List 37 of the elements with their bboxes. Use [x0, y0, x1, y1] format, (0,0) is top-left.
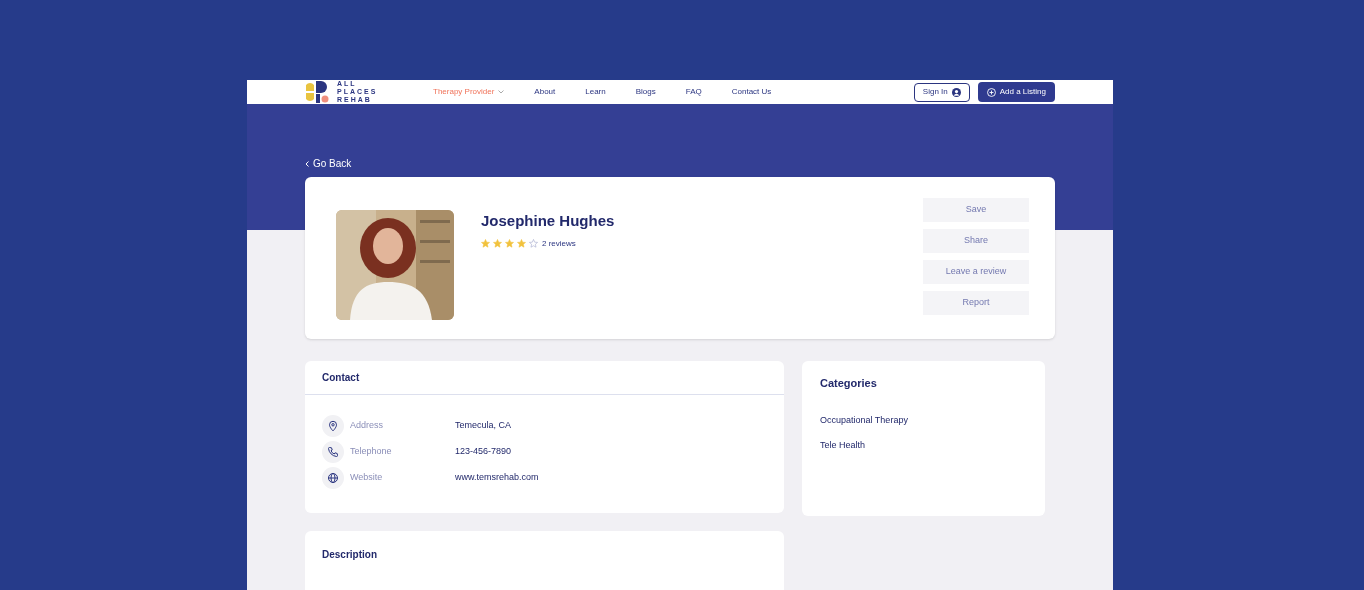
add-listing-button[interactable]: Add a Listing	[977, 82, 1055, 102]
nav-link[interactable]: Contact Us	[731, 86, 772, 98]
field-value: www.temsrehab.com	[455, 471, 539, 485]
nav-link[interactable]: FAQ	[685, 86, 702, 98]
category-link[interactable]: Tele Health	[820, 439, 1027, 453]
user-icon	[951, 87, 961, 97]
plus-circle-icon	[986, 87, 996, 97]
field-label: Website	[350, 471, 384, 485]
provider-name: Josephine Hughes	[481, 211, 615, 231]
field-label: Telephone	[350, 445, 393, 459]
action-button[interactable]: Save	[923, 198, 1029, 222]
globe-icon	[327, 472, 339, 484]
action-button[interactable]: Report	[923, 291, 1029, 315]
card-title: Contact	[322, 371, 360, 385]
go-back-link[interactable]: Go Back	[305, 156, 1055, 171]
sign-in-button[interactable]: Sign In	[913, 82, 970, 102]
logo-icon	[305, 80, 329, 104]
category-link[interactable]: Occupational Therapy	[820, 413, 1027, 427]
field-value: 123-456-7890	[455, 445, 512, 459]
nav-link[interactable]: About	[534, 86, 556, 98]
field-label: Address	[350, 419, 385, 433]
star-icon	[505, 239, 514, 248]
action-button[interactable]: Share	[923, 229, 1029, 253]
star-icon	[517, 239, 526, 248]
card-title: Description	[322, 549, 377, 560]
action-button[interactable]: Leave a review	[923, 260, 1029, 284]
field-value: Temecula, CA	[455, 419, 512, 433]
star-icon	[529, 239, 538, 248]
chevron-left-icon	[305, 160, 309, 167]
phone-icon	[327, 446, 339, 458]
card-title: Categories	[820, 376, 878, 391]
review-count: 2 reviews	[542, 237, 576, 250]
location-pin-icon	[327, 420, 339, 432]
nav-link[interactable]: Blogs	[635, 86, 656, 98]
star-icon	[481, 239, 490, 248]
nav-link[interactable]: Learn	[585, 86, 606, 98]
star-icon	[493, 239, 502, 248]
